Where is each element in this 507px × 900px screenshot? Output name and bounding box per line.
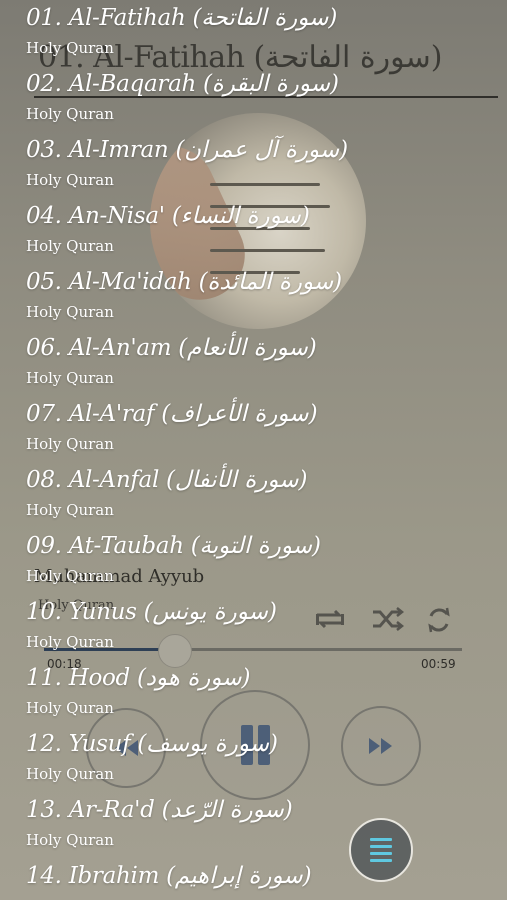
playlist-item-title: 04. An-Nisa' (سورة النساء) — [26, 203, 310, 229]
playlist-item-title: 09. At-Taubah (سورة التوبة) — [26, 533, 321, 559]
playlist-item[interactable]: 09. At-Taubah (سورة التوبة) Holy Quran — [26, 532, 496, 585]
playlist-item-title: 02. Al-Baqarah (سورة البقرة) — [26, 71, 339, 97]
playlist-item[interactable]: 07. Al-A'raf (سورة الأعراف) Holy Quran — [26, 400, 496, 453]
playlist-item[interactable]: 14. Ibrahim (سورة إبراهيم) — [26, 862, 496, 890]
playlist-item-subtitle: Holy Quran — [26, 435, 114, 453]
playlist-item[interactable]: 05. Al-Ma'idah (سورة المائدة) Holy Quran — [26, 268, 496, 321]
playlist-item[interactable]: 01. Al-Fatihah (سورة الفاتحة) Holy Quran — [26, 4, 496, 57]
playlist-item-title: 13. Ar-Ra'd (سورة الرّعد) — [26, 797, 293, 823]
playlist-item[interactable]: 03. Al-Imran (سورة آل عمران) Holy Quran — [26, 136, 496, 189]
playlist-item[interactable]: 06. Al-An'am (سورة الأنعام) Holy Quran — [26, 334, 496, 387]
playlist-item-title: 03. Al-Imran (سورة آل عمران) — [26, 137, 348, 163]
playlist-item[interactable]: 10. Yunus (سورة يونس) Holy Quran — [26, 598, 496, 651]
playlist-item-title: 14. Ibrahim (سورة إبراهيم) — [26, 863, 312, 889]
playlist-item-subtitle: Holy Quran — [26, 105, 114, 123]
playlist-item-title: 06. Al-An'am (سورة الأنعام) — [26, 335, 317, 361]
playlist-item[interactable]: 08. Al-Anfal (سورة الأنفال) Holy Quran — [26, 466, 496, 519]
playlist-item-subtitle: Holy Quran — [26, 39, 114, 57]
playlist-item-subtitle: Holy Quran — [26, 171, 114, 189]
playlist-item[interactable]: 11. Hood (سورة هود) Holy Quran — [26, 664, 496, 717]
playlist-item-subtitle: Holy Quran — [26, 699, 114, 717]
playlist-item[interactable]: 02. Al-Baqarah (سورة البقرة) Holy Quran — [26, 70, 496, 123]
playlist-item-title: 01. Al-Fatihah (سورة الفاتحة) — [26, 5, 338, 31]
playlist-item-title: 07. Al-A'raf (سورة الأعراف) — [26, 401, 318, 427]
playlist-item-title: 10. Yunus (سورة يونس) — [26, 599, 277, 625]
playlist-item-subtitle: Holy Quran — [26, 831, 114, 849]
playlist-item-subtitle: Holy Quran — [26, 237, 114, 255]
playlist-item[interactable]: 04. An-Nisa' (سورة النساء) Holy Quran — [26, 202, 496, 255]
playlist-item-subtitle: Holy Quran — [26, 303, 114, 321]
playlist-item-title: 11. Hood (سورة هود) — [26, 665, 251, 691]
playlist-item-subtitle: Holy Quran — [26, 633, 114, 651]
playlist-item-title: 12. Yusuf (سورة يوسف) — [26, 731, 278, 757]
playlist-item-subtitle: Holy Quran — [26, 369, 114, 387]
playlist-item-subtitle: Holy Quran — [26, 501, 114, 519]
playlist-item[interactable]: 12. Yusuf (سورة يوسف) Holy Quran — [26, 730, 496, 783]
playlist-item-subtitle: Holy Quran — [26, 765, 114, 783]
playlist-item[interactable]: 13. Ar-Ra'd (سورة الرّعد) Holy Quran — [26, 796, 496, 849]
playlist-item-title: 05. Al-Ma'idah (سورة المائدة) — [26, 269, 342, 295]
playlist-item-subtitle: Holy Quran — [26, 567, 114, 585]
playlist-item-title: 08. Al-Anfal (سورة الأنفال) — [26, 467, 308, 493]
